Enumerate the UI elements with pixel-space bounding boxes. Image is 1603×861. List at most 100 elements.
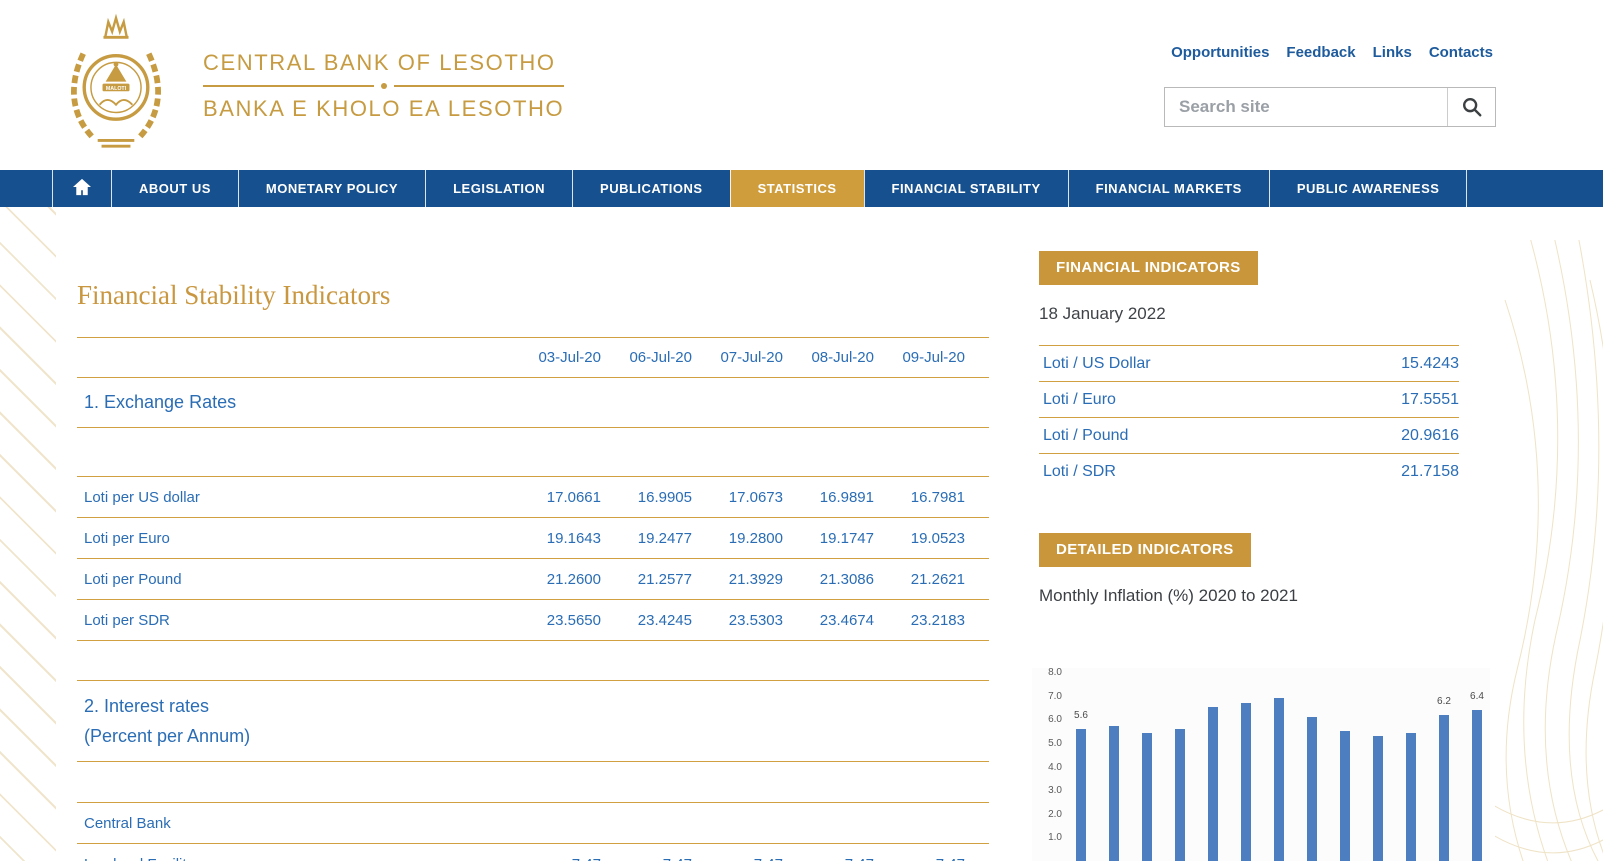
nav-item-financial-stability[interactable]: FINANCIAL STABILITY <box>864 170 1068 207</box>
wordmark-line-2: BANKA E KHOLO EA LESOTHO <box>203 96 564 122</box>
nav-item-publications[interactable]: PUBLICATIONS <box>572 170 730 207</box>
bar-group <box>1175 672 1185 861</box>
row-value: 19.1747 <box>783 530 874 547</box>
bank-logo[interactable]: MALOTI CENTRAL BANK OF LESOTHO BANKA E K… <box>63 12 564 159</box>
chart-y-axis: 8.07.06.05.04.03.02.01.0 <box>1032 672 1064 861</box>
search-box <box>1164 87 1496 127</box>
bar-group: 5.6 <box>1076 672 1086 861</box>
y-tick-label: 1.0 <box>1048 832 1062 843</box>
table-header-row: 03-Jul-2006-Jul-2007-Jul-2008-Jul-2009-J… <box>77 337 989 377</box>
row-value: 17.0661 <box>510 489 601 506</box>
inflation-bar <box>1406 733 1416 861</box>
bar-group <box>1340 672 1350 861</box>
rate-label: Loti / SDR <box>1039 463 1116 481</box>
main-nav: ABOUT US MONETARY POLICY LEGISLATION PUBLIC… <box>0 170 1603 207</box>
row-value: 23.2183 <box>874 612 965 629</box>
row-value: 23.5650 <box>510 612 601 629</box>
table-empty-row <box>77 761 989 802</box>
financial-indicators-date: 18 January 2022 <box>1039 304 1166 324</box>
left-guilloche-pattern <box>0 207 56 861</box>
top-link-opportunities[interactable]: Opportunities <box>1171 44 1269 61</box>
page: MALOTI CENTRAL BANK OF LESOTHO BANKA E K… <box>0 0 1603 861</box>
rate-label: Loti / Pound <box>1039 427 1128 445</box>
bar-group <box>1307 672 1317 861</box>
row-value: 16.9905 <box>601 489 692 506</box>
row-label: Loti per Pound <box>77 571 510 588</box>
inflation-chart-title: Monthly Inflation (%) 2020 to 2021 <box>1039 586 1298 606</box>
rate-label: Loti / US Dollar <box>1039 355 1151 373</box>
inflation-bar <box>1439 715 1449 861</box>
nav-item-about-us[interactable]: ABOUT US <box>111 170 238 207</box>
nav-label: STATISTICS <box>758 181 837 196</box>
nav-item-public-awareness[interactable]: PUBLIC AWARENESS <box>1269 170 1468 207</box>
nav-item-monetary-policy[interactable]: MONETARY POLICY <box>238 170 425 207</box>
date-column-header: 03-Jul-20 <box>510 349 601 366</box>
row-label: Central Bank <box>77 815 965 832</box>
bank-crest-icon: MALOTI <box>63 12 169 159</box>
page-title: Financial Stability Indicators <box>77 280 390 311</box>
rate-value: 20.9616 <box>1401 427 1459 445</box>
detailed-indicators-heading: DETAILED INDICATORS <box>1039 533 1251 567</box>
search-icon <box>1461 96 1483 118</box>
row-value: 19.0523 <box>874 530 965 547</box>
svg-text:MALOTI: MALOTI <box>106 86 127 92</box>
date-column-header: 08-Jul-20 <box>783 349 874 366</box>
financial-stability-table: 03-Jul-2006-Jul-2007-Jul-2008-Jul-2009-J… <box>77 337 989 861</box>
search-input[interactable] <box>1165 88 1447 126</box>
section-label: 2. Interest rates <box>77 696 209 717</box>
row-value: 7.47 <box>692 856 783 861</box>
top-link-feedback[interactable]: Feedback <box>1286 44 1355 61</box>
table-empty-row <box>77 640 989 680</box>
nav-item-statistics[interactable]: STATISTICS <box>730 170 864 207</box>
row-label: Loti per US dollar <box>77 489 510 506</box>
bar-value-label: 6.2 <box>1437 696 1451 707</box>
section-label: 1. Exchange Rates <box>77 392 236 413</box>
daily-rates-table: Loti / US Dollar15.4243Loti / Euro17.555… <box>1039 345 1459 489</box>
nav-label: MONETARY POLICY <box>266 181 398 196</box>
site-header: MALOTI CENTRAL BANK OF LESOTHO BANKA E K… <box>0 0 1603 170</box>
table-section-row: 2. Interest rates(Percent per Annum) <box>77 680 989 761</box>
row-value: 21.2621 <box>874 571 965 588</box>
rate-row: Loti / US Dollar15.4243 <box>1039 345 1459 381</box>
nav-label: ABOUT US <box>139 181 211 196</box>
inflation-bar <box>1208 707 1218 861</box>
search-button[interactable] <box>1447 88 1495 126</box>
nav-label: LEGISLATION <box>453 181 545 196</box>
bar-group <box>1373 672 1383 861</box>
row-value: 23.5303 <box>692 612 783 629</box>
table-section-row: 1. Exchange Rates <box>77 377 989 427</box>
table-row: Loti per SDR23.565023.424523.530323.4674… <box>77 599 989 640</box>
nav-item-home[interactable] <box>52 170 111 207</box>
rate-value: 17.5551 <box>1401 391 1459 409</box>
right-guilloche-pattern <box>1495 240 1603 861</box>
row-value: 7.47 <box>783 856 874 861</box>
nav-label: PUBLIC AWARENESS <box>1297 181 1440 196</box>
nav-item-legislation[interactable]: LEGISLATION <box>425 170 572 207</box>
nav-label: PUBLICATIONS <box>600 181 703 196</box>
y-tick-label: 3.0 <box>1048 785 1062 796</box>
row-value: 21.2600 <box>510 571 601 588</box>
row-value: 7.47 <box>874 856 965 861</box>
inflation-bar <box>1274 698 1284 861</box>
table-row: Central Bank <box>77 802 989 843</box>
bar-value-label: 5.6 <box>1074 710 1088 721</box>
y-tick-label: 8.0 <box>1048 667 1062 678</box>
top-link-links[interactable]: Links <box>1373 44 1412 61</box>
rate-row: Loti / Euro17.5551 <box>1039 381 1459 417</box>
nav-item-financial-markets[interactable]: FINANCIAL MARKETS <box>1068 170 1269 207</box>
date-column-header: 09-Jul-20 <box>874 349 965 366</box>
home-icon <box>72 178 92 199</box>
inflation-bar <box>1340 731 1350 861</box>
y-tick-label: 7.0 <box>1048 691 1062 702</box>
inflation-bar <box>1076 729 1086 861</box>
nav-label: FINANCIAL STABILITY <box>892 181 1041 196</box>
row-value: 21.3086 <box>783 571 874 588</box>
bar-group <box>1241 672 1251 861</box>
bar-group <box>1406 672 1416 861</box>
date-column-header: 07-Jul-20 <box>692 349 783 366</box>
row-value: 21.3929 <box>692 571 783 588</box>
rate-row: Loti / Pound 20.9616 <box>1039 417 1459 453</box>
row-value: 19.2477 <box>601 530 692 547</box>
top-link-contacts[interactable]: Contacts <box>1429 44 1493 61</box>
table-empty-row <box>77 427 989 476</box>
